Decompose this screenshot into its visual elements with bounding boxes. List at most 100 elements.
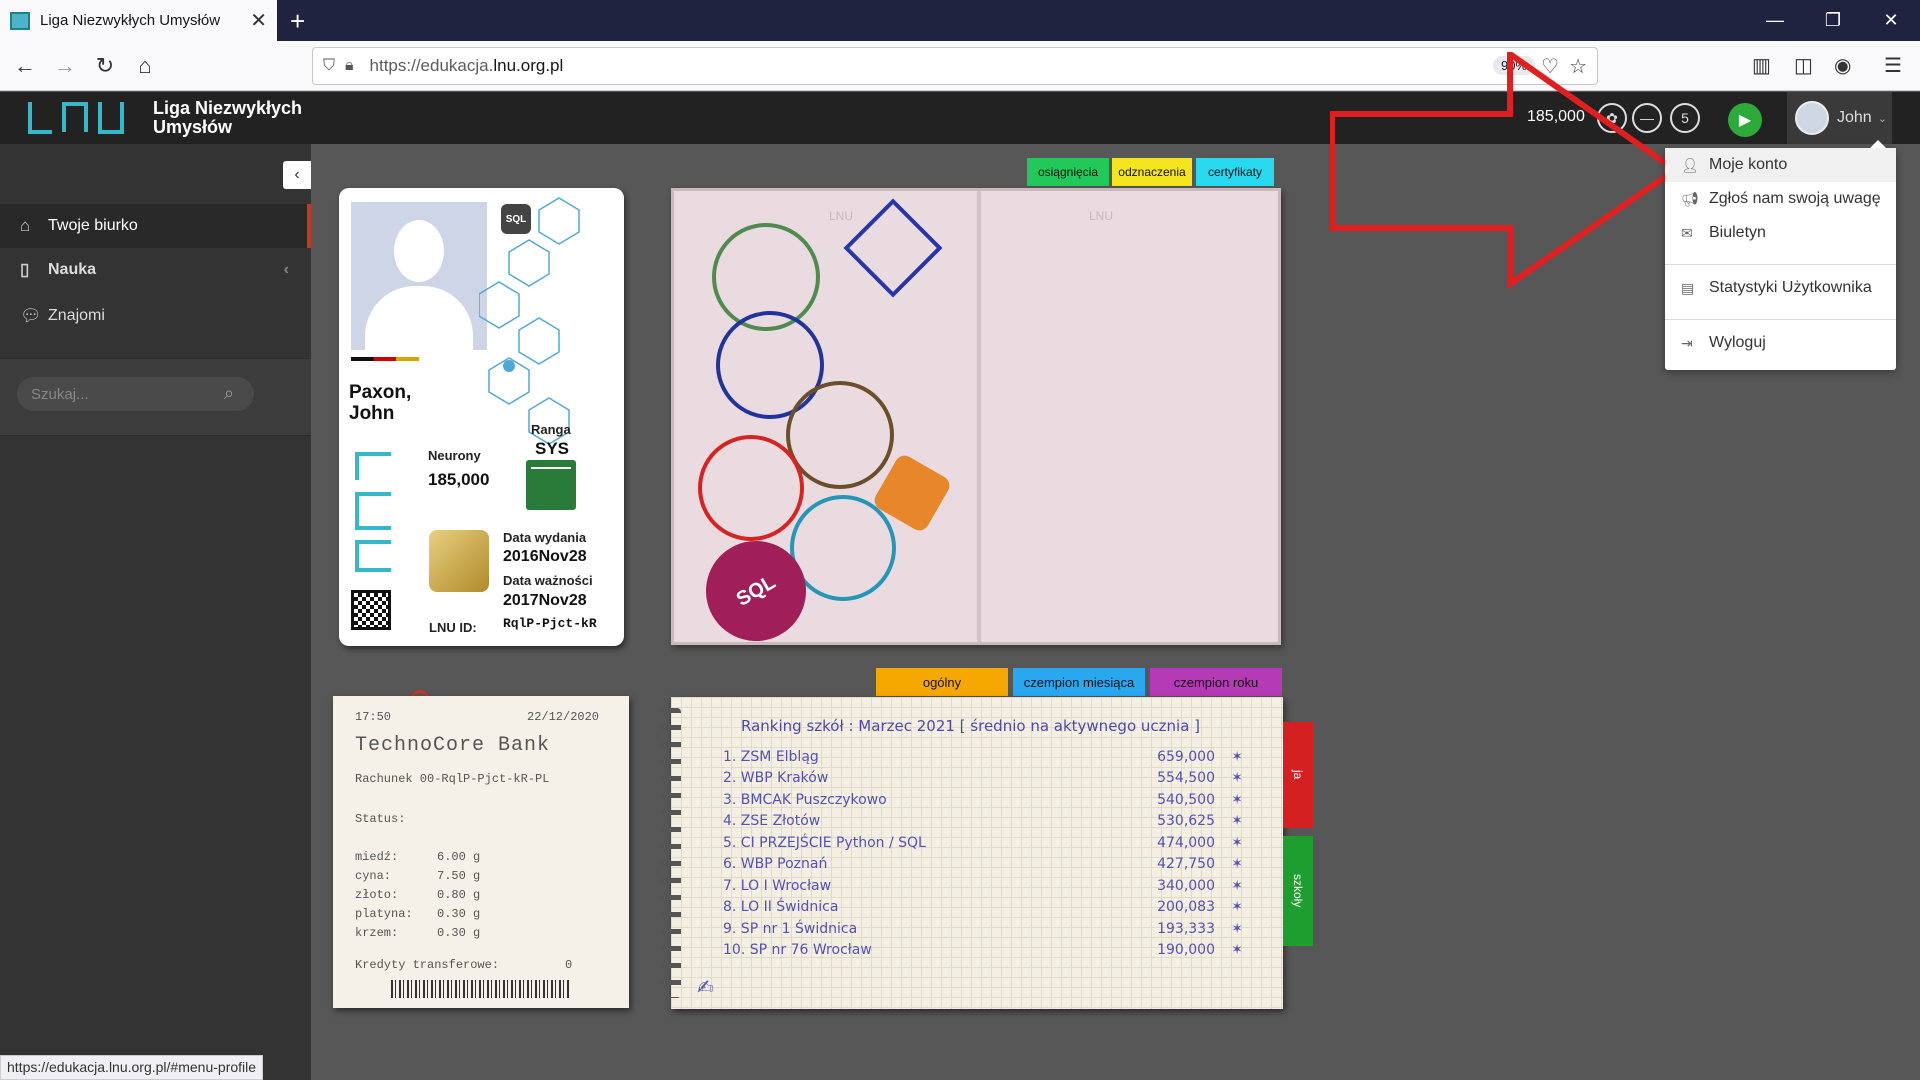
- sidebar-item-label: Znajomi: [48, 307, 105, 324]
- ranking-row[interactable]: 5. CI PRZEJŚCIE Python / SQL 474,000 ✶: [723, 835, 1263, 851]
- menu-item-moje-konto[interactable]: 👤︎ Moje konto: [1665, 148, 1896, 182]
- user-name: John: [1837, 109, 1872, 126]
- account-icon[interactable]: ◉: [1834, 53, 1851, 78]
- passport-watermark: LNU: [829, 209, 854, 223]
- back-icon[interactable]: ←: [8, 49, 42, 83]
- lnu-vertical-logo-icon: [355, 452, 391, 572]
- receipt-item-name: cyna:: [355, 869, 392, 883]
- minus-badge-icon[interactable]: —: [1632, 103, 1662, 133]
- receipt-time: 17:50: [355, 710, 392, 724]
- miner-stamp-icon: [786, 381, 894, 489]
- tab-ogolny[interactable]: ogólny: [876, 668, 1008, 696]
- sidebar-toggle-icon[interactable]: ◫: [1794, 53, 1813, 78]
- sidebar-item-label: Nauka: [48, 261, 97, 278]
- qr-code: [351, 590, 391, 630]
- notebook-rings: [661, 708, 681, 998]
- forward-icon[interactable]: →: [48, 49, 82, 83]
- side-tab-ja[interactable]: ja: [1283, 722, 1313, 828]
- search-input[interactable]: [17, 377, 254, 411]
- tab-czempion-miesiaca[interactable]: czempion miesiąca: [1013, 668, 1145, 696]
- ranking-row[interactable]: 6. WBP Poznań 427,750 ✶: [723, 856, 1263, 872]
- tab-odznaczenia[interactable]: odznaczenia: [1112, 158, 1192, 186]
- side-tab-szkoly[interactable]: szkoły: [1283, 836, 1313, 946]
- user-icon: 👤︎: [1681, 156, 1699, 173]
- menu-item-zglos-uwage[interactable]: 📢︎ Zgłoś nam swoją uwagę: [1665, 182, 1896, 216]
- minimize-icon[interactable]: —: [1746, 0, 1804, 41]
- ranking-row[interactable]: 3. BMCAK Puszczykowo 540,500 ✶: [723, 792, 1263, 808]
- collapse-sidebar-icon[interactable]: ‹: [283, 161, 311, 189]
- close-window-icon[interactable]: ✕: [1862, 0, 1920, 41]
- sidebar-item-nauka[interactable]: ▯ Nauka ‹: [0, 248, 311, 292]
- new-tab-icon[interactable]: +: [290, 6, 305, 37]
- rank-five-badge[interactable]: 5: [1670, 103, 1700, 133]
- menu-divider: [1665, 264, 1896, 265]
- clock-stamp-icon: [698, 435, 804, 541]
- sidebar-item-twoje-biurko[interactable]: ⌂ Twoje biurko: [0, 204, 311, 248]
- book-icon: ▯: [20, 260, 30, 279]
- menu-item-biuletyn[interactable]: ✉ Biuletyn: [1665, 216, 1896, 250]
- receipt-date: 22/12/2020: [527, 710, 600, 724]
- reload-icon[interactable]: ↻: [88, 49, 122, 83]
- user-menu-toggle[interactable]: John ⌄: [1787, 92, 1892, 144]
- menu-divider: [1665, 319, 1896, 320]
- menu-item-statystyki[interactable]: ▤ Statystyki Użytkownika: [1665, 271, 1896, 305]
- search-icon[interactable]: ⌕: [224, 383, 234, 404]
- url-bar[interactable]: ⛉ 🔒︎ https://edukacja.lnu.org.pl 90% ♡ ☆: [312, 47, 1598, 85]
- sidebar-item-znajomi[interactable]: 💬︎ Znajomi: [0, 294, 311, 338]
- receipt-bank: TechnoCore Bank: [355, 734, 551, 757]
- home-icon[interactable]: ⌂: [128, 49, 162, 83]
- menu-icon[interactable]: ☰: [1884, 53, 1902, 78]
- pocket-icon[interactable]: ♡: [1541, 54, 1559, 79]
- tab-czempion-roku[interactable]: czempion roku: [1150, 668, 1282, 696]
- user-dropdown-menu: 👤︎ Moje konto 📢︎ Zgłoś nam swoją uwagę ✉…: [1665, 140, 1896, 370]
- restore-icon[interactable]: ❐: [1804, 0, 1862, 41]
- ranking-row[interactable]: 10. SP nr 76 Wrocław 190,000 ✶: [723, 942, 1263, 958]
- ranking-row[interactable]: 4. ZSE Złotów 530,625 ✶: [723, 813, 1263, 829]
- passport-stamps[interactable]: LNU LNU SQL: [671, 188, 1281, 645]
- receipt-item-name: miedź:: [355, 850, 399, 864]
- menu-item-wyloguj[interactable]: ⇥ Wyloguj: [1665, 326, 1896, 360]
- sidebar-item-label: Twoje biurko: [48, 217, 138, 234]
- lock-icon[interactable]: 🔒︎: [345, 57, 354, 75]
- rank-value: SYS: [535, 439, 570, 458]
- ranking-row[interactable]: 2. WBP Kraków 554,500 ✶: [723, 770, 1263, 786]
- valid-date-label: Data ważności: [503, 573, 593, 588]
- issue-date-value: 2016Nov28: [503, 548, 587, 565]
- receipt-credits-value: 0: [565, 958, 573, 972]
- zoom-level[interactable]: 90%: [1492, 56, 1535, 75]
- receipt-item-name: złoto:: [355, 888, 399, 902]
- home-icon: ⌂: [20, 216, 31, 235]
- lnu-id-value: RqlP-Pjct-kR: [503, 616, 597, 631]
- tab-osiagniecia[interactable]: osiągnięcia: [1027, 158, 1109, 186]
- url-text[interactable]: https://edukacja.lnu.org.pl: [370, 56, 564, 76]
- receipt-credits-label: Kredyty transferowe:: [355, 958, 500, 972]
- bank-receipt[interactable]: 17:50 22/12/2020 TechnoCore Bank Rachune…: [333, 696, 629, 1008]
- lnu-logo-icon[interactable]: [26, 100, 130, 136]
- achievement-badge-icon[interactable]: ✿: [1597, 103, 1627, 133]
- browser-tab-bar: Liga Niezwykłych Umysłów ✕ + — ❐ ✕: [0, 0, 1920, 41]
- ranking-row[interactable]: 8. LO II Świdnica 200,083 ✶: [723, 899, 1263, 915]
- bookmark-star-icon[interactable]: ☆: [1569, 54, 1587, 79]
- flag-stripe: [351, 357, 419, 361]
- id-card[interactable]: SQL Paxon, John Neurony 185,000 Ranga SY…: [339, 188, 624, 646]
- library-icon[interactable]: ▥: [1752, 53, 1771, 78]
- browser-tab[interactable]: Liga Niezwykłych Umysłów ✕: [0, 0, 277, 41]
- card-holder-name: Paxon, John: [349, 382, 412, 424]
- lnu-favicon-icon: [10, 11, 30, 30]
- close-tab-icon[interactable]: ✕: [250, 8, 267, 33]
- chevron-left-icon: ‹: [283, 261, 289, 278]
- ranking-notebook: Ranking szkół : Marzec 2021 [ średnio na…: [671, 697, 1283, 1009]
- logo-text: Liga Niezwykłych Umysłów: [153, 98, 303, 137]
- play-icon[interactable]: ▶: [1728, 103, 1762, 137]
- neurons-value: 185,000: [428, 470, 490, 489]
- neurons-label: Neurony: [428, 448, 481, 463]
- valid-date-value: 2017Nov28: [503, 592, 587, 609]
- browser-nav-bar: ← → ↻ ⌂ ⛉ 🔒︎ https://edukacja.lnu.org.pl…: [0, 41, 1920, 91]
- tab-certyfikaty[interactable]: certyfikaty: [1196, 158, 1274, 186]
- ranking-row[interactable]: 7. LO I Wrocław 340,000 ✶: [723, 878, 1263, 894]
- shield-icon[interactable]: ⛉: [323, 57, 335, 75]
- ranking-row[interactable]: 1. ZSM Elbląg 659,000 ✶: [723, 749, 1263, 765]
- ranking-row[interactable]: 9. SP nr 1 Świdnica 193,333 ✶: [723, 921, 1263, 937]
- diamond-stamp-icon: [843, 198, 943, 298]
- lnu-id-label: LNU ID:: [429, 620, 477, 635]
